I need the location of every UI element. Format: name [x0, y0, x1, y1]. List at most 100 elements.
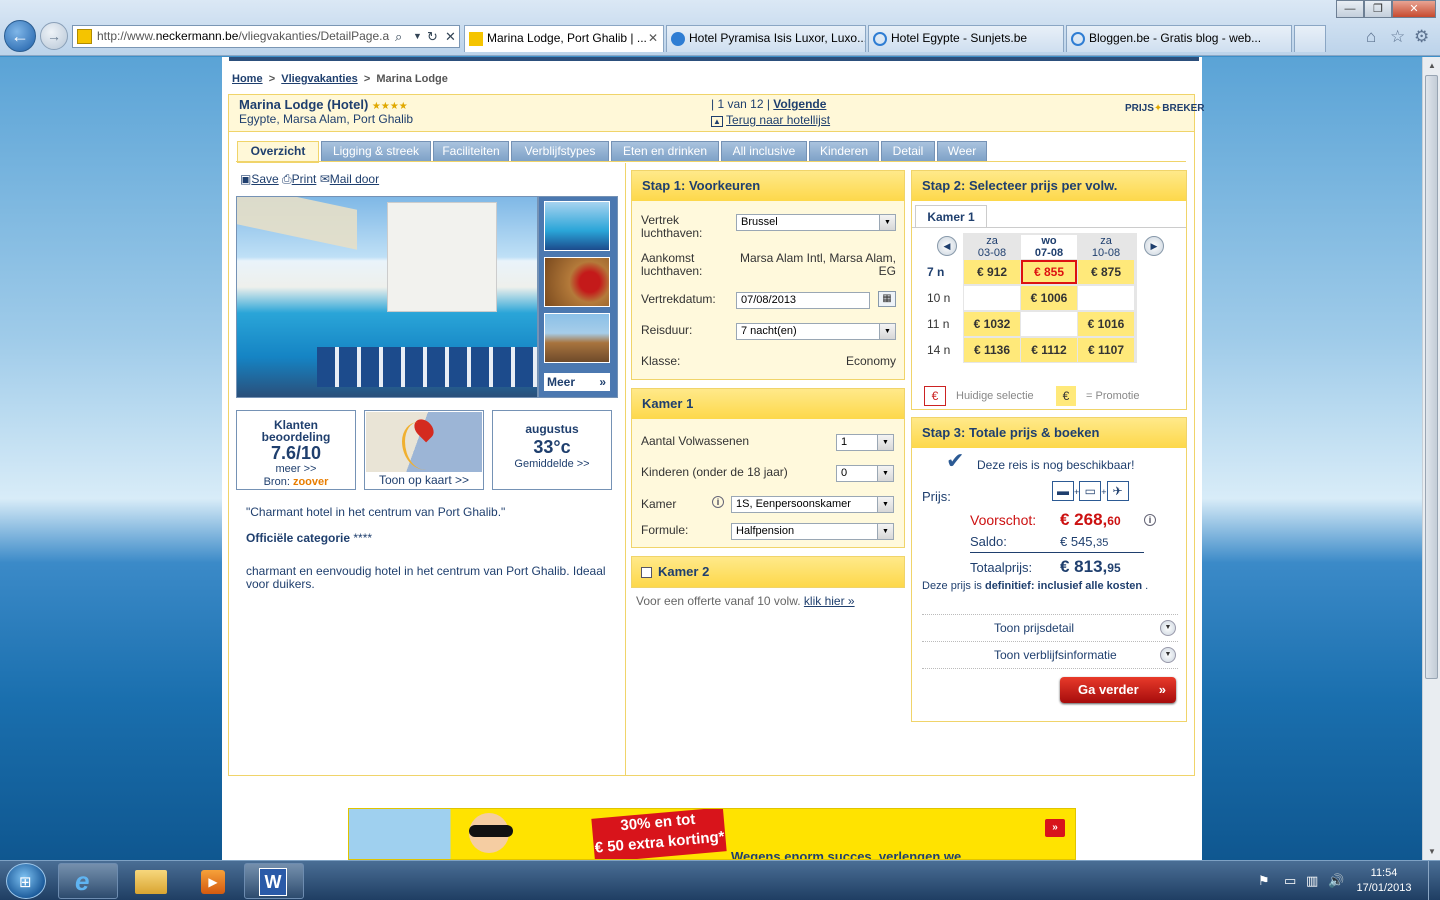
close-tab-icon[interactable]: ✕: [648, 26, 658, 51]
weather-box[interactable]: augustus 33°c Gemiddelde >>: [492, 410, 612, 490]
tab-kinderen[interactable]: Kinderen: [809, 141, 879, 162]
scroll-up-icon[interactable]: ▲: [1423, 57, 1440, 74]
forward-button[interactable]: →: [40, 22, 68, 50]
stay-info-toggle[interactable]: Toon verblijfsinformatie ▼: [922, 643, 1178, 667]
price-cell-selected[interactable]: € 855: [1021, 260, 1077, 284]
price-cell[interactable]: € 875: [1078, 260, 1134, 284]
favorites-star-icon[interactable]: ☆: [1390, 27, 1405, 47]
dropdown-icon[interactable]: ▼: [413, 26, 422, 47]
scroll-down-icon[interactable]: ▼: [1423, 843, 1440, 860]
thumbnail-exterior[interactable]: [544, 313, 610, 363]
home-icon[interactable]: ⌂: [1366, 27, 1376, 47]
close-window-button[interactable]: ✕: [1392, 0, 1436, 18]
tab-eten-en-drinken[interactable]: Eten en drinken: [611, 141, 719, 162]
duration-select[interactable]: 7 nacht(en) ▼: [736, 323, 896, 340]
rating-more[interactable]: meer >>: [237, 463, 355, 475]
day-date: 07-08: [1034, 247, 1064, 259]
room2-click-here-link[interactable]: klik hier »: [804, 594, 855, 608]
next-hotel-link[interactable]: Volgende: [773, 97, 826, 111]
browser-tab-4[interactable]: Bloggen.be - Gratis blog - web...: [1066, 25, 1292, 52]
address-bar[interactable]: http://www.neckermann.be/vliegvakanties/…: [72, 25, 460, 48]
back-to-list-link[interactable]: Terug naar hotellijst: [726, 113, 830, 127]
price-detail-toggle[interactable]: Toon prijsdetail ▼: [922, 616, 1178, 640]
children-select[interactable]: 0 ▼: [836, 465, 894, 482]
new-tab-button[interactable]: [1294, 25, 1326, 52]
back-to-list[interactable]: ▲ Terug naar hotellijst: [711, 113, 830, 127]
show-desktop-button[interactable]: [1428, 861, 1440, 900]
minimize-button[interactable]: —: [1336, 0, 1364, 18]
promo-banner[interactable]: 30% en tot € 50 extra korting* Wegens en…: [348, 808, 1076, 860]
prev-dates-button[interactable]: ◀: [937, 236, 957, 256]
show-map-link[interactable]: Toon op kaart >>: [365, 473, 483, 487]
chevron-down-icon: ▼: [877, 497, 893, 512]
main-photo[interactable]: [236, 196, 538, 398]
tab-verblijfstypes[interactable]: Verblijfstypes: [511, 141, 609, 162]
taskbar-ie[interactable]: e: [58, 863, 118, 899]
breadcrumb-vliegvakanties[interactable]: Vliegvakanties: [281, 73, 357, 85]
url-host: http://www.: [97, 29, 156, 43]
print-link[interactable]: Print: [292, 172, 317, 186]
day-header-1[interactable]: za 03-08: [964, 235, 1020, 259]
stop-icon[interactable]: ✕: [445, 26, 456, 47]
info-icon[interactable]: i: [712, 496, 724, 508]
tray-volume-icon[interactable]: 🔊: [1328, 873, 1344, 889]
clock[interactable]: 11:54 17/01/2013: [1352, 866, 1416, 896]
room2-checkbox[interactable]: [641, 567, 652, 578]
price-cell[interactable]: € 1136: [964, 338, 1020, 362]
room1-grid-tab[interactable]: Kamer 1: [915, 205, 987, 227]
taskbar-word[interactable]: W: [244, 863, 304, 899]
scroll-thumb[interactable]: [1425, 75, 1438, 679]
tray-display-icon[interactable]: ▭: [1284, 873, 1296, 889]
departure-select[interactable]: Brussel ▼: [736, 214, 896, 231]
browser-tab-2[interactable]: Hotel Pyramisa Isis Luxor, Luxo...: [666, 25, 866, 52]
taskbar-media-player[interactable]: ▶: [182, 863, 242, 899]
tools-gear-icon[interactable]: ⚙: [1414, 27, 1429, 47]
price-cell[interactable]: € 1112: [1021, 338, 1077, 362]
save-link[interactable]: Save: [251, 172, 278, 186]
tab-all-inclusive[interactable]: All inclusive: [721, 141, 807, 162]
map-box[interactable]: Toon op kaart >>: [364, 410, 484, 490]
search-icon[interactable]: ⌕: [395, 26, 402, 47]
weather-average-link[interactable]: Gemiddelde >>: [493, 458, 611, 470]
day-header-3[interactable]: za 10-08: [1078, 235, 1134, 259]
info-icon[interactable]: i: [1144, 514, 1156, 526]
departure-date-input[interactable]: 07/08/2013: [736, 292, 870, 309]
browser-tab-3[interactable]: Hotel Egypte - Sunjets.be: [868, 25, 1064, 52]
total-amount: € 813,95: [1060, 557, 1121, 577]
legend-current-label: Huidige selectie: [956, 390, 1034, 402]
adults-select[interactable]: 1 ▼: [836, 434, 894, 451]
next-dates-button[interactable]: ▶: [1144, 236, 1164, 256]
browser-tab-1[interactable]: Marina Lodge, Port Ghalib | ... ✕: [464, 25, 664, 52]
tray-network-icon[interactable]: ▥: [1306, 873, 1318, 889]
refresh-icon[interactable]: ↻: [427, 26, 438, 47]
day-header-2[interactable]: wo 07-08: [1021, 235, 1077, 259]
restore-button[interactable]: ❐: [1364, 0, 1392, 18]
price-cell[interactable]: € 1006: [1021, 286, 1077, 310]
more-photos-button[interactable]: Meer »: [544, 373, 610, 391]
thumbnail-pool[interactable]: [544, 201, 610, 251]
price-cell[interactable]: € 912: [964, 260, 1020, 284]
back-button[interactable]: ←: [4, 20, 36, 52]
price-cell[interactable]: € 1032: [964, 312, 1020, 336]
price-cell[interactable]: € 1107: [1078, 338, 1134, 362]
mail-link[interactable]: Mail door: [330, 172, 379, 186]
start-button[interactable]: ⊞: [6, 863, 46, 899]
tab-ligging[interactable]: Ligging & streek: [321, 141, 431, 162]
room1-panel: Kamer 1 Aantal Volwassenen 1 ▼ Kinderen (…: [631, 388, 905, 548]
continue-button[interactable]: Ga verder »: [1060, 677, 1176, 703]
board-select[interactable]: Halfpension ▼: [731, 523, 894, 540]
breadcrumb-home[interactable]: Home: [232, 73, 263, 85]
vertical-scrollbar[interactable]: ▲ ▼: [1422, 57, 1440, 860]
rating-box[interactable]: Klanten beoordeling 7.6/10 meer >> Bron:…: [236, 410, 356, 490]
tab-weer[interactable]: Weer: [937, 141, 987, 162]
tab-faciliteiten[interactable]: Faciliteiten: [433, 141, 509, 162]
price-cell[interactable]: € 1016: [1078, 312, 1134, 336]
tab-detail[interactable]: Detail: [881, 141, 935, 162]
room-select[interactable]: 1S, Eenpersoonskamer ▼: [731, 496, 894, 513]
thumbnail-room[interactable]: [544, 257, 610, 307]
calendar-icon[interactable]: ▦: [878, 291, 896, 307]
tab-overzicht[interactable]: Overzicht: [237, 141, 319, 163]
tray-flag-icon[interactable]: ⚑: [1258, 873, 1270, 889]
banner-arrow-icon[interactable]: »: [1045, 819, 1065, 837]
taskbar-explorer[interactable]: [120, 863, 180, 899]
